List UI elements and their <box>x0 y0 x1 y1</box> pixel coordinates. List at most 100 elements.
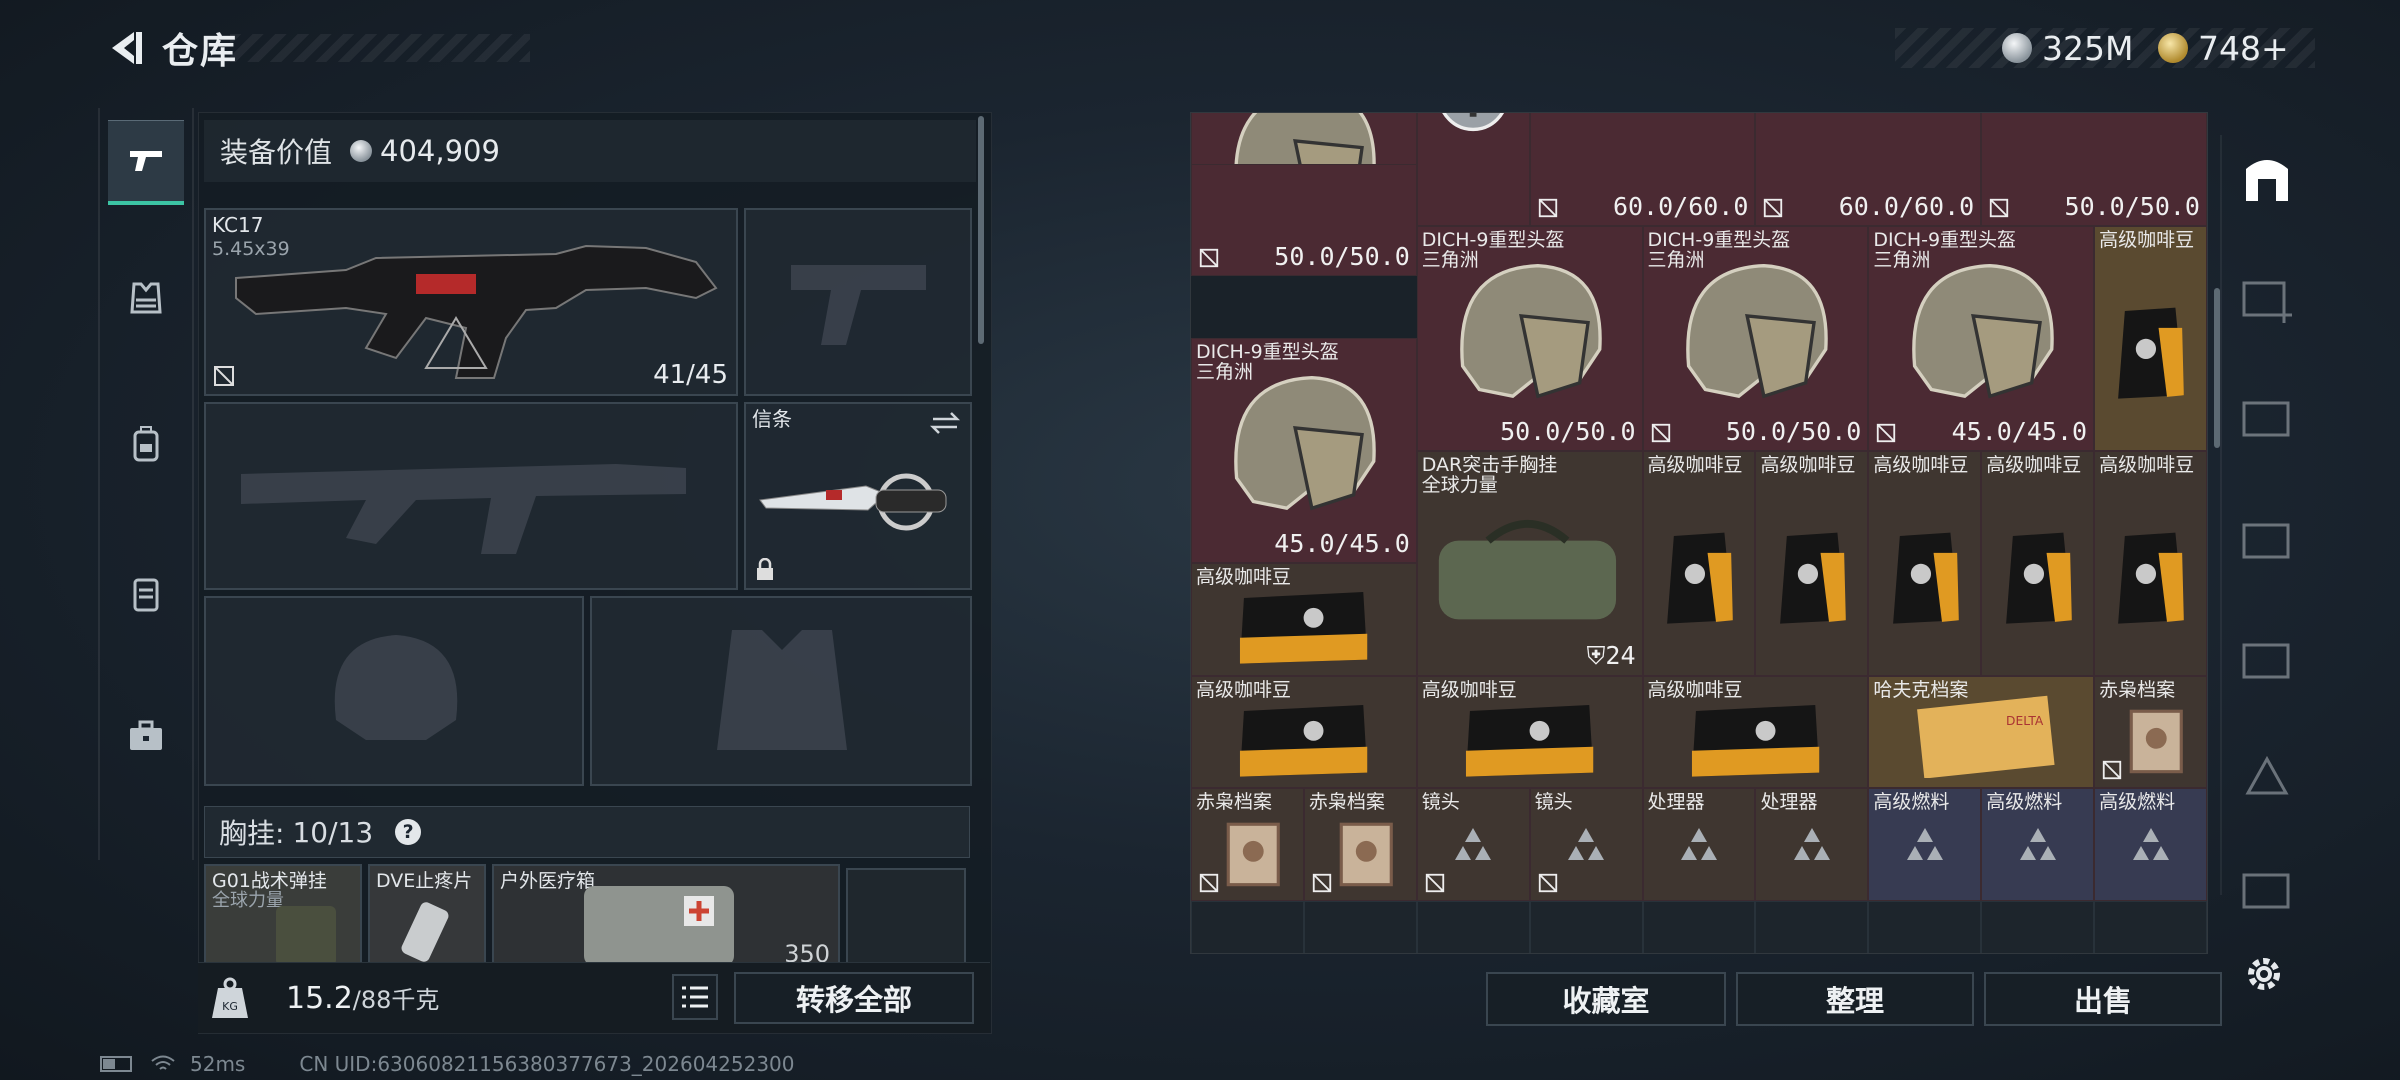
rig-empty-slot[interactable] <box>846 868 966 964</box>
nav-weapons[interactable] <box>108 120 184 205</box>
sort-button[interactable]: 整理 <box>1736 972 1974 1026</box>
nav-armor[interactable] <box>108 258 184 338</box>
coffee-bag-image <box>1892 533 1959 625</box>
weight-max: /88千克 <box>352 986 440 1014</box>
stash-tab-5-icon[interactable] <box>2236 745 2298 805</box>
helmet-slot[interactable] <box>204 596 584 786</box>
gold-amount: 748+ <box>2198 28 2289 68</box>
battery-icon <box>100 1056 132 1072</box>
locked-item-icon <box>1906 828 1943 861</box>
pistol-slot[interactable] <box>744 208 972 396</box>
stash-item[interactable]: 高级咖啡豆 <box>1755 450 1869 676</box>
stash-item[interactable]: 高级燃料 <box>1981 788 2095 901</box>
swap-icon[interactable] <box>930 410 960 436</box>
empty-grid-cell[interactable] <box>1303 900 1417 953</box>
stash-tab-4-icon[interactable] <box>2236 629 2298 689</box>
stash-item[interactable]: DICH-9重型头盔 三角洲 45.0/45.0 <box>1868 225 2095 451</box>
pistol-icon <box>130 151 162 171</box>
rig-item[interactable]: 户外医疗箱 350 <box>492 864 840 968</box>
stash-tab-2-icon[interactable] <box>2236 387 2298 447</box>
weight-current: 15.2 <box>286 981 353 1016</box>
weight-readout: 15.2 /88千克 <box>286 980 439 1020</box>
primary-weapon-slot[interactable]: KC17 5.45x39 41/45 <box>204 208 738 396</box>
stash-item[interactable]: 高级咖啡豆 <box>1642 450 1756 676</box>
stash-item[interactable]: 高级咖啡豆 <box>1191 563 1417 676</box>
stash-item[interactable]: DICH-9重型头盔 三角洲 45.0/45.0 <box>1191 338 1417 563</box>
document-image: DELTA <box>1917 695 2055 779</box>
stash-item[interactable]: 高级咖啡豆 <box>1868 450 1982 676</box>
nav-toolbox[interactable] <box>108 696 184 776</box>
stash-tab-3-icon[interactable] <box>2236 509 2298 569</box>
empty-grid-cell[interactable] <box>1529 900 1643 953</box>
locked-item-icon <box>1680 828 1717 861</box>
stash-item[interactable]: 高级咖啡豆 <box>2094 450 2207 676</box>
stash-item[interactable]: 处理器 <box>1642 788 1756 901</box>
item-name: 赤枭档案 <box>1308 791 1385 813</box>
stash-item[interactable]: 高级咖啡豆 <box>2094 225 2207 451</box>
sell-button[interactable]: 出售 <box>1984 972 2222 1026</box>
empty-grid-cell[interactable] <box>1191 900 1304 953</box>
stash-item[interactable]: 赤枭档案 <box>2094 675 2207 788</box>
stash-item[interactable]: 高级燃料 <box>1868 788 1982 901</box>
nav-backpack[interactable] <box>108 404 184 484</box>
item-durability: 50.0/50.0 <box>1500 416 1636 446</box>
left-scrollbar[interactable] <box>978 116 984 344</box>
stash-tab-6-icon[interactable] <box>2236 859 2298 919</box>
melee-slot[interactable]: 信条 <box>744 402 972 590</box>
stash-item[interactable]: 60.0/60.0 <box>1529 113 1756 226</box>
settings-gear-icon[interactable] <box>2242 952 2286 996</box>
no-insurance-icon <box>1764 198 1783 217</box>
no-insurance-icon <box>1538 198 1557 217</box>
help-button[interactable]: ? <box>395 819 422 845</box>
item-sub: 三角洲 <box>1196 361 1254 383</box>
stash-tab-add-icon[interactable] <box>2236 267 2298 327</box>
item-durability: 50.0/50.0 <box>2064 191 2200 221</box>
stash-item[interactable]: DELTA 哈夫克档案 <box>1868 675 2095 788</box>
empty-grid-cell[interactable] <box>2094 900 2207 953</box>
empty-grid-cell[interactable] <box>1868 900 1982 953</box>
document-image <box>2129 709 2183 774</box>
stash-item[interactable]: 高级咖啡豆 <box>1191 675 1417 788</box>
item-name: 高级咖啡豆 <box>2099 228 2195 251</box>
transfer-all-button[interactable]: 转移全部 <box>734 972 974 1024</box>
stash-item[interactable]: 赤枭档案 <box>1191 788 1304 901</box>
stash-item[interactable]: 镜头 <box>1416 788 1530 901</box>
empty-grid-cell[interactable] <box>1981 900 2095 953</box>
secondary-weapon-slot[interactable] <box>204 402 738 590</box>
helmet-image <box>1234 376 1377 511</box>
armor-slot[interactable] <box>590 596 972 786</box>
stash-item[interactable]: DICH-9重型头盔 三角洲 50.0/50.0 <box>1416 225 1643 451</box>
stash-item[interactable]: 高级咖啡豆 <box>1416 675 1643 788</box>
list-view-button[interactable] <box>672 974 718 1020</box>
rig-item[interactable]: G01战术弹挂 全球力量 <box>204 864 362 968</box>
stash-item[interactable]: 高级咖啡豆 <box>1981 450 2095 676</box>
stash-home-icon[interactable] <box>2236 149 2298 209</box>
item-name: 高级燃料 <box>1873 791 1950 813</box>
empty-grid-cell[interactable] <box>1755 900 1869 953</box>
stash-item[interactable]: DICH-9重型头盔 三角洲 50.0/50.0 <box>1642 225 1869 451</box>
item-name: 高级咖啡豆 <box>1760 453 1856 476</box>
empty-grid-cell[interactable] <box>1416 900 1530 953</box>
stash-item[interactable]: 高级燃料 <box>2094 788 2207 901</box>
rig-image <box>276 906 336 966</box>
collection-room-button[interactable]: 收藏室 <box>1486 972 1726 1026</box>
gold-currency[interactable]: 748+ <box>2158 24 2289 72</box>
coffee-bag-image <box>1240 704 1368 777</box>
coffee-bag-image <box>2005 533 2072 625</box>
nav-container[interactable] <box>108 554 184 634</box>
stash-item[interactable]: 50.0/50.0 <box>1191 163 1417 277</box>
rig-item[interactable]: DVE止疼片 <box>368 864 486 968</box>
stash-item[interactable]: DAR突击手胸挂 全球力量 ⛨24 <box>1416 450 1643 676</box>
stash-item[interactable]: 处理器 <box>1755 788 1869 901</box>
item-name: 处理器 <box>1647 791 1705 813</box>
back-arrow-icon[interactable] <box>104 26 148 70</box>
stash-item[interactable]: 50.0/50.0 <box>1981 113 2207 226</box>
stash-item[interactable] <box>1416 113 1530 226</box>
stash-item[interactable]: 高级咖啡豆 <box>1642 675 1869 788</box>
stash-item[interactable]: 60.0/60.0 <box>1755 113 1982 226</box>
stash-item[interactable]: 镜头 <box>1529 788 1643 901</box>
stash-item[interactable]: 赤枭档案 <box>1303 788 1417 901</box>
empty-grid-cell[interactable] <box>1642 900 1756 953</box>
item-name: 高级咖啡豆 <box>1196 566 1292 588</box>
helmet-silhouette-icon <box>334 635 458 740</box>
